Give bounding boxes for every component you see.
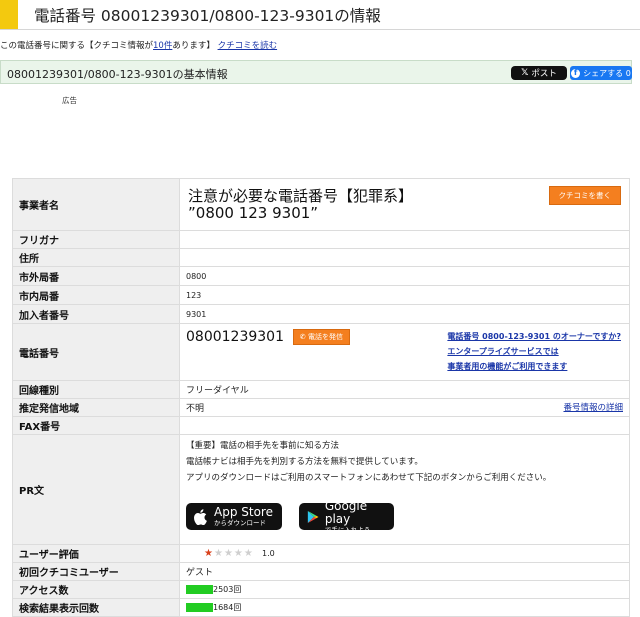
star-icon: ★ [243,548,254,559]
app-store-buttons: App Store からダウンロード Google play で手に入れよう [186,498,623,534]
phone-cell: 08001239301 ✆ 電話を発信 電話番号 0800-123-9301 の… [179,323,630,381]
owner-link-3[interactable]: 事業者用の機能がご利用できます [447,359,621,374]
business-name-line2: ”0800 123 9301” [188,203,319,222]
basic-info-header: 08001239301/0800-123-9301の基本情報 𝕏 ポスト f シ… [0,60,632,84]
notice-prefix: この電話番号に関する【クチコミ情報が [0,41,154,51]
row-furigana: フリガナ [12,230,630,249]
facebook-share-button[interactable]: f シェアする 0 [570,66,632,80]
pr-label: PR文 [12,434,180,545]
line-type-value: フリーダイヤル [179,380,630,399]
basic-info-table: 事業者名 注意が必要な電話番号【犯罪系】 ”0800 123 9301” クチコ… [12,178,630,617]
apple-icon [194,508,207,525]
share-label: シェアする 0 [583,68,631,78]
owner-link-1[interactable]: 電話番号 0800-123-9301 のオーナーですか? [447,329,621,344]
phone-label: 電話番号 [12,323,180,381]
page-header: 電話番号 08001239301/0800-123-9301の情報 [0,0,640,30]
rating-value: 1.0 [262,549,275,558]
app-store-title: App Store [214,505,273,519]
google-play-button[interactable]: Google play で手に入れよう [298,498,394,534]
notice-suffix: あります】 [172,41,215,51]
search-bar [186,603,213,612]
row-rating: ユーザー評価 ★★★★★ 1.0 [12,544,630,563]
search-value: 1684回 [213,603,242,612]
row-fax: FAX番号 [12,416,630,435]
subscriber-label: 加入者番号 [12,304,180,324]
area-code-value: 0800 [179,266,630,286]
access-value: 2503回 [213,585,242,594]
star-icon: ★ [233,548,244,559]
number-detail-link[interactable]: 番号情報の詳細 [563,401,623,414]
pr-line-2: 電話帳ナビは相手先を判別する方法を無料で提供しています。 [186,457,423,467]
first-user-value: ゲスト [179,562,630,581]
post-label: ポスト [531,69,557,79]
location-value: 不明 [186,404,205,414]
access-label: アクセス数 [12,580,180,599]
phone-icon: ✆ [299,333,306,341]
header-accent [0,0,18,30]
row-subscriber: 加入者番号 9301 [12,304,630,324]
row-address: 住所 [12,248,630,267]
star-icon: ★ [213,548,224,559]
fax-value [179,416,630,435]
review-count-link[interactable]: 10件 [153,41,172,51]
write-review-button[interactable]: クチコミを書く [548,185,621,205]
rating-stars: ★★★★★ [204,548,258,559]
row-line-type: 回線種別 フリーダイヤル [12,380,630,399]
row-business: 事業者名 注意が必要な電話番号【犯罪系】 ”0800 123 9301” クチコ… [12,178,630,231]
address-label: 住所 [12,248,180,267]
call-button[interactable]: ✆ 電話を発信 [292,329,350,345]
area-code-label: 市外局番 [12,266,180,286]
pr-line-1: 【重要】電話の相手先を事前に知る方法 [186,441,340,451]
app-store-subtitle: からダウンロード [214,519,266,527]
star-icon: ★ [204,548,214,559]
section-title: 08001239301/0800-123-9301の基本情報 [7,68,228,81]
app-store-button[interactable]: App Store からダウンロード [186,503,282,530]
row-pr: PR文 【重要】電話の相手先を事前に知る方法 電話帳ナビは相手先を判別する方法を… [12,434,630,545]
business-cell: 注意が必要な電話番号【犯罪系】 ”0800 123 9301” クチコミを書く [179,178,630,231]
row-access: アクセス数 2503回 [12,580,630,599]
first-user-label: 初回クチコミユーザー [12,562,180,581]
star-icon: ★ [223,548,234,559]
google-play-subtitle: で手に入れよう [324,525,371,534]
phone-number-area: 08001239301 ✆ 電話を発信 [186,329,350,374]
row-local-code: 市内局番 123 [12,285,630,305]
row-phone: 電話番号 08001239301 ✆ 電話を発信 電話番号 0800-123-9… [12,323,630,381]
row-location: 推定発信地域 不明 番号情報の詳細 [12,398,630,417]
access-cell: 2503回 [179,580,630,599]
local-code-label: 市内局番 [12,285,180,305]
pr-cell: 【重要】電話の相手先を事前に知る方法 電話帳ナビは相手先を判別する方法を無料で提… [179,434,630,545]
read-reviews-link[interactable]: クチコミを読む [218,41,278,51]
rating-label: ユーザー評価 [12,544,180,563]
review-notice: この電話番号に関する【クチコミ情報が10件あります】 クチコミを読む [0,39,277,51]
access-bar [186,585,213,594]
google-play-title: Google play [324,498,368,526]
local-code-value: 123 [179,285,630,305]
facebook-icon: f [571,68,581,78]
owner-links: 電話番号 0800-123-9301 のオーナーですか? エンタープライズサービ… [447,329,623,374]
row-first-user: 初回クチコミユーザー ゲスト [12,562,630,581]
google-play-icon [307,510,319,523]
address-value [179,248,630,267]
x-post-button[interactable]: 𝕏 ポスト [511,66,567,80]
phone-number: 08001239301 [186,329,284,345]
location-label: 推定発信地域 [12,398,180,417]
page-title: 電話番号 08001239301/0800-123-9301の情報 [34,7,381,25]
ad-label: 広告 [62,96,77,105]
rating-cell: ★★★★★ 1.0 [179,544,630,563]
subscriber-value: 9301 [179,304,630,324]
row-area-code: 市外局番 0800 [12,266,630,286]
business-label: 事業者名 [12,178,180,231]
furigana-label: フリガナ [12,230,180,249]
line-type-label: 回線種別 [12,380,180,399]
location-cell: 不明 番号情報の詳細 [179,398,630,417]
furigana-value [179,230,630,249]
pr-line-3: アプリのダウンロードはご利用のスマートフォンにあわせて下記のボタンからご利用くだ… [186,473,552,483]
fax-label: FAX番号 [12,416,180,435]
call-button-label: 電話を発信 [307,333,343,341]
x-logo-icon: 𝕏 [521,68,529,78]
owner-link-2[interactable]: エンタープライズサービスでは [447,344,621,359]
header-divider [0,29,640,30]
